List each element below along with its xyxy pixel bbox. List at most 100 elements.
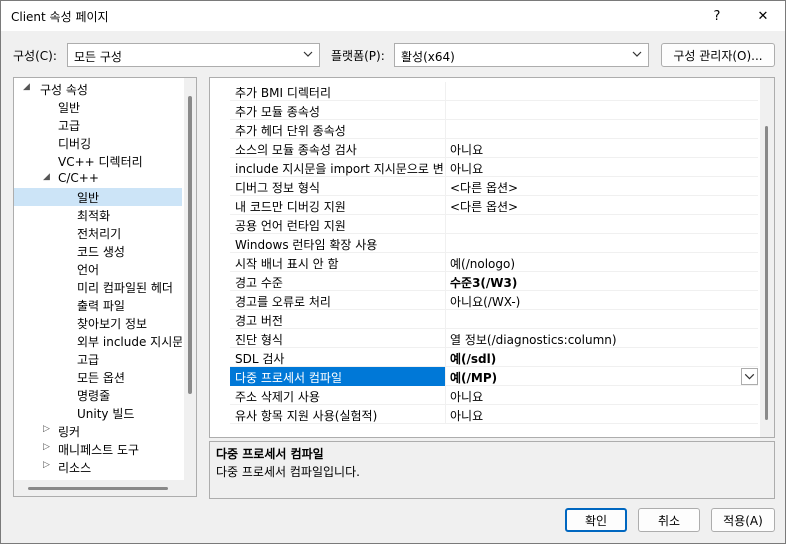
tree-item-label: 언어 — [77, 263, 100, 277]
apply-button[interactable]: 적용(A) — [711, 508, 775, 532]
property-name: 경고를 오류로 처리 — [230, 291, 446, 310]
property-value[interactable]: 열 정보(/diagnostics:column) — [450, 329, 617, 348]
tree-item[interactable]: 고급 — [14, 350, 182, 368]
property-name: 유사 항목 지원 사용(실험적) — [230, 405, 446, 424]
config-combo[interactable]: 모든 구성 — [67, 43, 320, 67]
property-row[interactable]: 공용 언어 런타임 지원 — [230, 215, 758, 234]
tree-item[interactable]: 언어 — [14, 260, 182, 278]
tree-hscrollbar[interactable] — [14, 480, 196, 496]
property-row[interactable]: 디버그 정보 형식 <다른 옵션> — [230, 177, 758, 196]
tree-item-label: 미리 컴파일된 헤더 — [77, 281, 173, 295]
chevron-down-icon — [632, 51, 642, 57]
tree-item[interactable]: 명령줄 — [14, 386, 182, 404]
property-row[interactable]: SDL 검사 예(/sdl) — [230, 348, 758, 367]
property-row[interactable]: 추가 모듈 종속성 — [230, 101, 758, 120]
tree-root-label: 구성 속성 — [40, 83, 88, 97]
help-button[interactable]: ? — [697, 1, 737, 31]
tree-item-label: 명령줄 — [77, 389, 111, 403]
grid-vscrollbar[interactable] — [760, 78, 774, 437]
tree-item[interactable]: 모든 옵션 — [14, 368, 182, 386]
description-panel: 다중 프로세서 컴파일 다중 프로세서 컴파일입니다. — [209, 441, 775, 499]
property-value[interactable]: 아니요 — [450, 139, 483, 158]
window-title: Client 속성 페이지 — [11, 10, 109, 24]
property-row[interactable]: include 지시문을 import 지시문으로 변 아니요 — [230, 158, 758, 177]
tree-item[interactable]: 출력 파일 — [14, 296, 182, 314]
property-grid[interactable]: 추가 BMI 디렉터리 추가 모듈 종속성 추가 헤더 단위 종속성 소스의 모듈 종… — [209, 77, 775, 438]
property-value[interactable]: 아니요(/WX-) — [450, 291, 520, 310]
tree-item[interactable]: 최적화 — [14, 206, 182, 224]
tree-vscroll-thumb[interactable] — [188, 96, 192, 394]
tree-item[interactable]: Unity 빌드 — [14, 404, 182, 422]
property-value[interactable]: 예(/sdl) — [450, 348, 496, 367]
property-row[interactable]: 추가 헤더 단위 종속성 — [230, 120, 758, 139]
property-row[interactable]: 경고 수준 수준3(/W3) — [230, 272, 758, 291]
tree-item[interactable]: 찾아보기 정보 — [14, 314, 182, 332]
chevron-down-icon — [744, 373, 755, 380]
platform-combo[interactable]: 활성(x64) — [394, 43, 649, 67]
tree-item[interactable]: 디버깅 — [14, 134, 182, 152]
tree-item[interactable]: 전처리기 — [14, 224, 182, 242]
tree-hscroll-thumb[interactable] — [28, 487, 168, 490]
property-name: SDL 검사 — [230, 348, 446, 367]
ok-button[interactable]: 확인 — [565, 508, 627, 532]
grid-vscroll-thumb[interactable] — [765, 126, 768, 420]
platform-value: 활성(x64) — [401, 50, 455, 64]
tree-item-label: 리소스 — [58, 461, 92, 475]
tree-item[interactable]: 고급 — [14, 116, 182, 134]
property-name: 추가 모듈 종속성 — [230, 101, 446, 120]
property-value[interactable]: 아니요 — [450, 158, 483, 177]
value-dropdown-button[interactable] — [741, 368, 758, 385]
tree-item[interactable]: 일반 — [14, 188, 182, 206]
property-name: 소스의 모듈 종속성 검사 — [230, 139, 446, 158]
property-value[interactable]: 예(/nologo) — [450, 253, 515, 272]
expanded-arrow-icon: ◢ — [23, 82, 30, 92]
expanded-arrow-icon[interactable]: ◢ — [43, 172, 50, 182]
tree-vscrollbar[interactable] — [184, 78, 196, 496]
collapsed-arrow-icon[interactable]: ▷ — [43, 442, 50, 452]
property-value[interactable]: <다른 옵션> — [450, 177, 518, 196]
property-pages-dialog: Client 속성 페이지 ? ✕ 구성(C): 모든 구성 플랫폼(P): 활… — [0, 0, 786, 544]
close-button[interactable]: ✕ — [743, 1, 783, 31]
tree-item[interactable]: VC++ 디렉터리 — [14, 152, 182, 170]
category-tree[interactable]: ◢ 구성 속성 일반 고급 디버깅 VC++ 디렉터리 ◢ C/C++ 일반 최적화 전처리기 코… — [13, 77, 197, 497]
tree-item[interactable]: 일반 — [14, 98, 182, 116]
tree-item[interactable]: 외부 include 지시문 — [14, 332, 182, 350]
description-text: 다중 프로세서 컴파일입니다. — [216, 465, 360, 479]
property-value[interactable]: 예(/MP) — [450, 367, 497, 386]
property-row[interactable]: 주소 삭제기 사용 아니요 — [230, 386, 758, 405]
config-manager-button[interactable]: 구성 관리자(O)... — [661, 43, 775, 67]
property-row[interactable]: 경고 버전 — [230, 310, 758, 329]
collapsed-arrow-icon[interactable]: ▷ — [43, 460, 50, 470]
property-name: 추가 BMI 디렉터리 — [230, 82, 446, 101]
tree-item[interactable]: ▷ 링커 — [14, 422, 182, 440]
property-row[interactable]: 추가 BMI 디렉터리 — [230, 82, 758, 101]
property-name: 시작 배너 표시 안 함 — [230, 253, 446, 272]
tree-root[interactable]: ◢ 구성 속성 — [14, 80, 182, 98]
property-value[interactable]: 수준3(/W3) — [450, 272, 517, 291]
description-title: 다중 프로세서 컴파일 — [216, 447, 324, 461]
property-value[interactable]: <다른 옵션> — [450, 196, 518, 215]
tree-item[interactable]: 미리 컴파일된 헤더 — [14, 278, 182, 296]
cancel-button[interactable]: 취소 — [638, 508, 700, 532]
property-row[interactable]: 소스의 모듈 종속성 검사 아니요 — [230, 139, 758, 158]
tree-item-label: 출력 파일 — [77, 299, 125, 313]
tree-item-label: 고급 — [58, 119, 81, 133]
tree-item[interactable]: 코드 생성 — [14, 242, 182, 260]
property-row[interactable]: 유사 항목 지원 사용(실험적) 아니요 — [230, 405, 758, 424]
tree-item-label: 외부 include 지시문 — [77, 335, 182, 349]
collapsed-arrow-icon[interactable]: ▷ — [43, 424, 50, 434]
property-row[interactable]: 진단 형식 열 정보(/diagnostics:column) — [230, 329, 758, 348]
tree-item[interactable]: ◢ C/C++ — [14, 170, 182, 188]
property-name: 경고 수준 — [230, 272, 446, 291]
property-row[interactable]: 내 코드만 디버깅 지원 <다른 옵션> — [230, 196, 758, 215]
property-value[interactable]: 아니요 — [450, 386, 483, 405]
property-value[interactable]: 아니요 — [450, 405, 483, 424]
tree-item-label: 코드 생성 — [77, 245, 125, 259]
property-row[interactable]: 경고를 오류로 처리 아니요(/WX-) — [230, 291, 758, 310]
property-row[interactable]: 다중 프로세서 컴파일 예(/MP) — [230, 367, 758, 386]
tree-item[interactable]: ▷ 리소스 — [14, 458, 182, 476]
config-value: 모든 구성 — [74, 50, 122, 64]
tree-item[interactable]: ▷ 매니페스트 도구 — [14, 440, 182, 458]
property-row[interactable]: Windows 런타임 확장 사용 — [230, 234, 758, 253]
property-row[interactable]: 시작 배너 표시 안 함 예(/nologo) — [230, 253, 758, 272]
